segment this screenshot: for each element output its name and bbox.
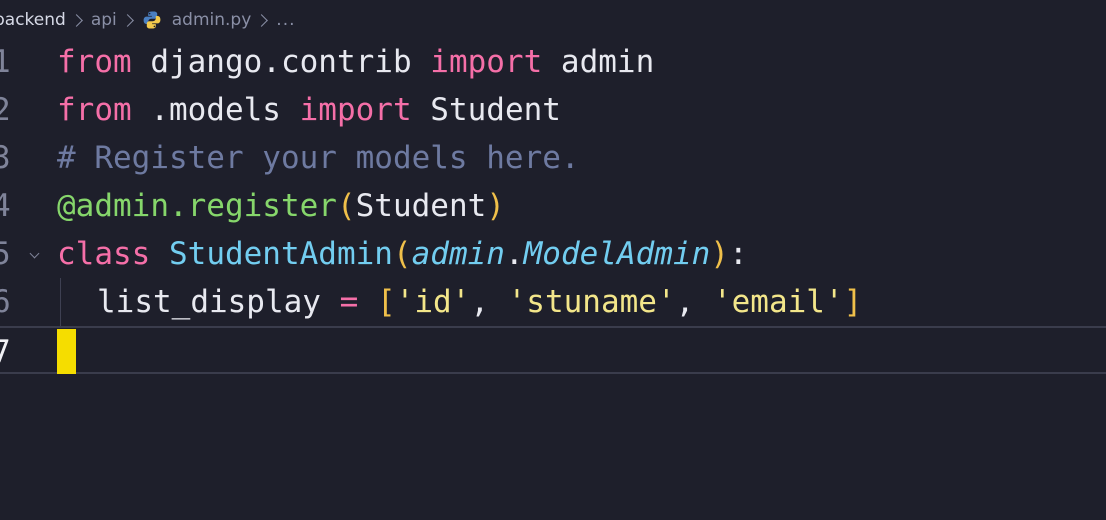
code-text: from django.contrib import admin	[57, 38, 654, 86]
code-line-6[interactable]: 6 list_display = ['id', 'stuname', 'emai…	[0, 278, 1106, 326]
decorator-arg: Student	[355, 188, 487, 224]
keyword: import	[299, 92, 412, 128]
line-number: 7	[0, 334, 11, 370]
paren-close: )	[710, 236, 729, 272]
keyword: from	[57, 44, 132, 80]
module-name: django.contrib	[131, 44, 431, 80]
code-line-4[interactable]: 4 @admin.register(Student)	[0, 182, 1106, 230]
string-literal: 'stuname'	[507, 284, 676, 320]
string-literal: 'id'	[395, 284, 471, 320]
keyword: class	[57, 236, 151, 272]
text-cursor	[57, 329, 76, 374]
line-number: 1	[0, 44, 11, 80]
chevron-right-icon	[69, 13, 83, 27]
paren-open: (	[336, 188, 356, 224]
breadcrumb: backend api admin.py ...	[0, 0, 1106, 40]
chevron-right-icon	[120, 13, 134, 27]
bracket-close: ]	[843, 284, 863, 320]
comma: ,	[675, 284, 713, 320]
attribute-name: list_display	[97, 284, 340, 320]
base-class: ModelAdmin	[523, 236, 711, 272]
line-number: 5	[0, 236, 11, 272]
fold-chevron-icon[interactable]	[29, 248, 40, 259]
paren-close: )	[486, 188, 505, 224]
keyword: from	[57, 92, 132, 128]
keyword: import	[430, 44, 543, 80]
breadcrumb-folder-api[interactable]: api	[91, 10, 117, 30]
bracket-open: [	[376, 284, 396, 320]
module-name: .models	[131, 92, 300, 128]
code-comment: # Register your models here.	[57, 140, 580, 176]
chevron-right-icon	[255, 13, 269, 27]
string-literal: 'email'	[712, 284, 844, 320]
operator: =	[339, 284, 359, 320]
breadcrumb-folder-backend[interactable]: backend	[0, 10, 66, 30]
dot: .	[504, 236, 524, 272]
paren-open: (	[392, 236, 412, 272]
code-line-1[interactable]: 1 from django.contrib import admin	[0, 38, 1106, 86]
code-line-3[interactable]: 3 # Register your models here.	[0, 134, 1106, 182]
colon: :	[728, 236, 748, 272]
comma: ,	[470, 284, 508, 320]
code-text: from .models import Student	[57, 86, 561, 134]
code-line-5[interactable]: 5 class StudentAdmin(admin.ModelAdmin):	[0, 230, 1106, 278]
breadcrumb-file[interactable]: admin.py	[172, 10, 252, 30]
decorator: @admin.register	[57, 188, 337, 224]
class-name: StudentAdmin	[150, 236, 393, 272]
code-text: @admin.register(Student)	[57, 182, 505, 230]
code-line-2[interactable]: 2 from .models import Student	[0, 86, 1106, 134]
code-line-7[interactable]: 7	[0, 326, 1106, 374]
code-text: class StudentAdmin(admin.ModelAdmin):	[57, 230, 748, 278]
base-module: admin	[411, 236, 505, 272]
python-icon	[142, 10, 162, 30]
import-name: Student	[411, 92, 561, 128]
code-text: list_display = ['id', 'stuname', 'email'…	[57, 278, 862, 326]
line-number: 4	[0, 188, 11, 224]
line-number: 3	[0, 140, 11, 176]
line-number: 2	[0, 92, 11, 128]
code-editor[interactable]: 1 from django.contrib import admin 2 fro…	[0, 38, 1106, 374]
breadcrumb-ellipsis[interactable]: ...	[276, 10, 295, 30]
line-number: 6	[0, 284, 11, 320]
import-name: admin	[542, 44, 655, 80]
